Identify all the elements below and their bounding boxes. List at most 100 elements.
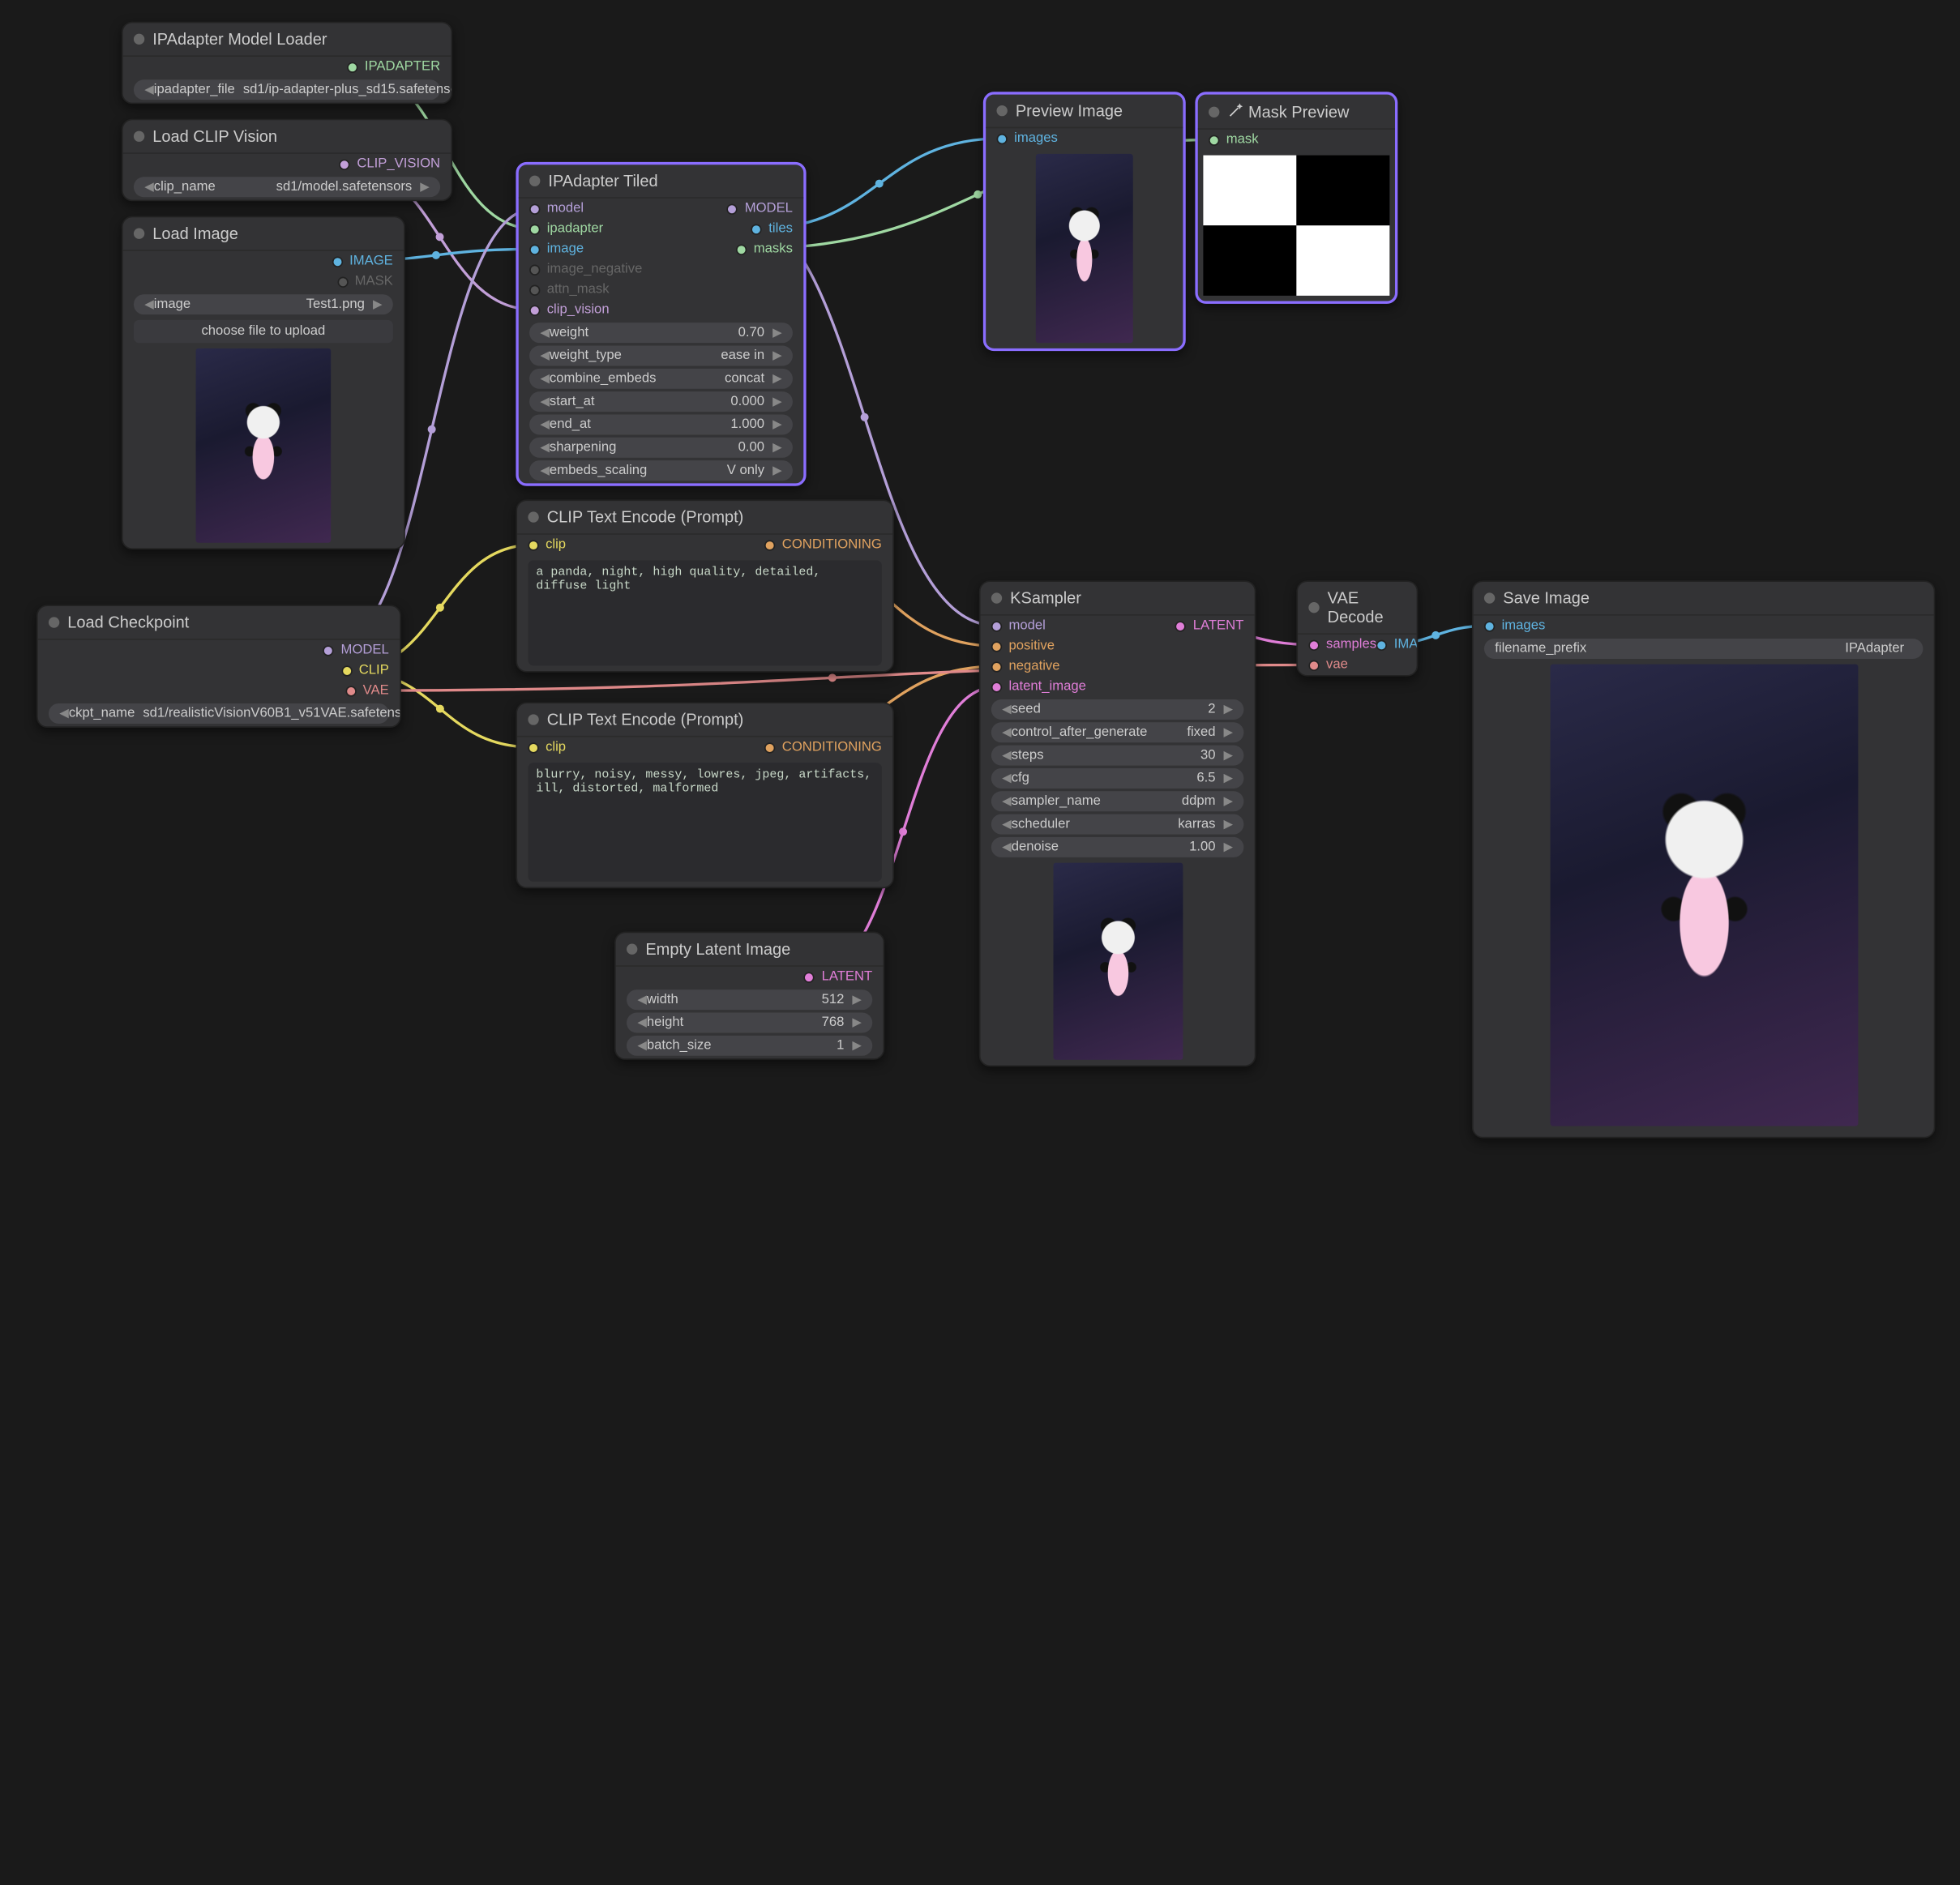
node-ksampler[interactable]: #3 🐵 KSampler model LATENT positive nega… <box>979 580 1256 1066</box>
port-icon[interactable] <box>345 685 356 695</box>
arrow-right-icon[interactable]: ▶ <box>772 394 782 408</box>
collapse-dot-icon[interactable] <box>627 944 637 955</box>
arrow-left-icon[interactable]: ◀ <box>540 463 550 477</box>
output-ipadapter[interactable]: IPADAPTER <box>347 59 440 74</box>
arrow-left-icon[interactable]: ◀ <box>1002 840 1012 854</box>
arrow-right-icon[interactable]: ▶ <box>772 371 782 386</box>
arrow-left-icon[interactable]: ◀ <box>540 440 550 455</box>
input-images[interactable]: images <box>997 131 1058 146</box>
node-title[interactable]: Preview Image <box>986 95 1183 129</box>
port-icon[interactable] <box>764 742 775 752</box>
widget-denoise[interactable]: ◀ denoise 1.00 ▶ <box>991 837 1244 857</box>
arrow-left-icon[interactable]: ◀ <box>540 417 550 432</box>
node-graph-canvas[interactable]: #15 ComfyUI_IPAdapter_plus IPAdapter Mod… <box>0 0 1960 1885</box>
input-model[interactable]: model <box>529 201 584 216</box>
widget-combine-embeds[interactable]: ◀ combine_embeds concat ▶ <box>529 369 793 389</box>
output-image[interactable]: IMAGE <box>332 254 392 268</box>
output-conditioning[interactable]: CONDITIONING <box>764 740 882 754</box>
node-title[interactable]: Mask Preview <box>1198 95 1395 130</box>
arrow-left-icon[interactable]: ◀ <box>1002 817 1012 831</box>
collapse-dot-icon[interactable] <box>528 714 538 725</box>
node-ipadapter-tiled[interactable]: #18 IPAdapter Tiled model MODEL ipadapte… <box>516 162 806 486</box>
port-icon[interactable] <box>764 540 775 550</box>
widget-end-at[interactable]: ◀ end_at 1.000 ▶ <box>529 414 793 434</box>
node-title[interactable]: Load Checkpoint <box>38 606 400 640</box>
widget-start-at[interactable]: ◀ start_at 0.000 ▶ <box>529 391 793 412</box>
node-title[interactable]: KSampler <box>981 582 1255 616</box>
node-empty-latent-image[interactable]: #5 🐵 Empty Latent Image LATENT ◀ width 5… <box>614 932 884 1060</box>
arrow-left-icon[interactable]: ◀ <box>1002 725 1012 740</box>
port-icon[interactable] <box>529 264 540 275</box>
collapse-dot-icon[interactable] <box>529 176 540 186</box>
port-icon[interactable] <box>529 305 540 315</box>
output-model[interactable]: MODEL <box>323 643 389 657</box>
port-icon[interactable] <box>529 284 540 295</box>
collapse-dot-icon[interactable] <box>134 131 144 142</box>
widget-ckpt-name[interactable]: ◀ ckpt_name sd1/realisticVisionV60B1_v51… <box>49 703 389 724</box>
arrow-left-icon[interactable]: ◀ <box>1002 748 1012 763</box>
collapse-dot-icon[interactable] <box>1209 106 1219 117</box>
arrow-right-icon[interactable]: ▶ <box>772 348 782 363</box>
input-mask[interactable]: mask <box>1209 132 1258 147</box>
arrow-left-icon[interactable]: ◀ <box>637 1015 647 1030</box>
node-title[interactable]: VAE Decode <box>1298 582 1417 635</box>
port-icon[interactable] <box>529 224 540 234</box>
input-positive[interactable]: positive <box>991 639 1055 653</box>
arrow-left-icon[interactable]: ◀ <box>144 180 154 194</box>
output-vae[interactable]: VAE <box>345 683 389 698</box>
widget-filename-prefix[interactable]: filename_prefix IPAdapter <box>1484 639 1923 659</box>
arrow-right-icon[interactable]: ▶ <box>373 297 383 312</box>
port-icon[interactable] <box>991 681 1002 691</box>
widget-scheduler[interactable]: ◀ scheduler karras ▶ <box>991 814 1244 835</box>
prompt-textarea[interactable]: a panda, night, high quality, detailed, … <box>528 560 881 665</box>
input-image[interactable]: image <box>529 242 584 256</box>
port-icon[interactable] <box>751 224 762 234</box>
arrow-left-icon[interactable]: ◀ <box>540 326 550 340</box>
port-icon[interactable] <box>1484 621 1495 631</box>
port-icon[interactable] <box>991 661 1002 672</box>
port-icon[interactable] <box>1376 639 1387 650</box>
arrow-right-icon[interactable]: ▶ <box>852 993 862 1007</box>
port-icon[interactable] <box>528 742 538 752</box>
widget-height[interactable]: ◀ height 768 ▶ <box>627 1013 872 1033</box>
port-icon[interactable] <box>529 203 540 214</box>
widget-weight[interactable]: ◀ weight 0.70 ▶ <box>529 323 793 343</box>
node-ipadapter-model-loader[interactable]: #15 ComfyUI_IPAdapter_plus IPAdapter Mod… <box>122 22 452 105</box>
input-clip[interactable]: clip <box>528 740 566 754</box>
collapse-dot-icon[interactable] <box>1308 602 1319 613</box>
output-mask[interactable]: MASK <box>337 274 393 289</box>
widget-embeds-scaling[interactable]: ◀ embeds_scaling V only ▶ <box>529 460 793 481</box>
widget-seed[interactable]: ◀ seed 2 ▶ <box>991 699 1244 720</box>
choose-file-button[interactable]: choose file to upload <box>134 320 393 343</box>
arrow-right-icon[interactable]: ▶ <box>772 417 782 432</box>
collapse-dot-icon[interactable] <box>997 105 1008 116</box>
output-model[interactable]: MODEL <box>727 201 793 216</box>
widget-image[interactable]: ◀ image Test1.png ▶ <box>134 294 393 314</box>
input-samples[interactable]: samples <box>1308 637 1376 652</box>
arrow-right-icon[interactable]: ▶ <box>1224 771 1234 785</box>
input-attn-mask[interactable]: attn_mask <box>529 282 610 297</box>
port-icon[interactable] <box>337 276 348 287</box>
port-icon[interactable] <box>529 244 540 254</box>
port-icon[interactable] <box>997 133 1008 143</box>
arrow-right-icon[interactable]: ▶ <box>852 1015 862 1030</box>
arrow-left-icon[interactable]: ◀ <box>540 371 550 386</box>
port-icon[interactable] <box>332 256 342 267</box>
arrow-left-icon[interactable]: ◀ <box>540 348 550 363</box>
input-latent-image[interactable]: latent_image <box>991 679 1086 694</box>
node-load-checkpoint[interactable]: #4 🐵 Load Checkpoint MODEL CLIP VAE ◀ ck… <box>36 605 401 728</box>
output-masks[interactable]: masks <box>736 242 793 256</box>
output-image[interactable]: IMAGE <box>1376 637 1418 652</box>
input-ipadapter[interactable]: ipadapter <box>529 221 603 236</box>
collapse-dot-icon[interactable] <box>528 511 538 522</box>
input-clip[interactable]: clip <box>528 537 566 552</box>
arrow-left-icon[interactable]: ◀ <box>144 297 154 312</box>
output-latent[interactable]: LATENT <box>1175 618 1243 633</box>
widget-weight-type[interactable]: ◀ weight_type ease in ▶ <box>529 345 793 365</box>
arrow-right-icon[interactable]: ▶ <box>772 463 782 477</box>
port-icon[interactable] <box>323 645 334 656</box>
arrow-right-icon[interactable]: ▶ <box>772 326 782 340</box>
arrow-right-icon[interactable]: ▶ <box>1224 702 1234 716</box>
port-icon[interactable] <box>804 972 815 982</box>
collapse-dot-icon[interactable] <box>1484 592 1495 603</box>
